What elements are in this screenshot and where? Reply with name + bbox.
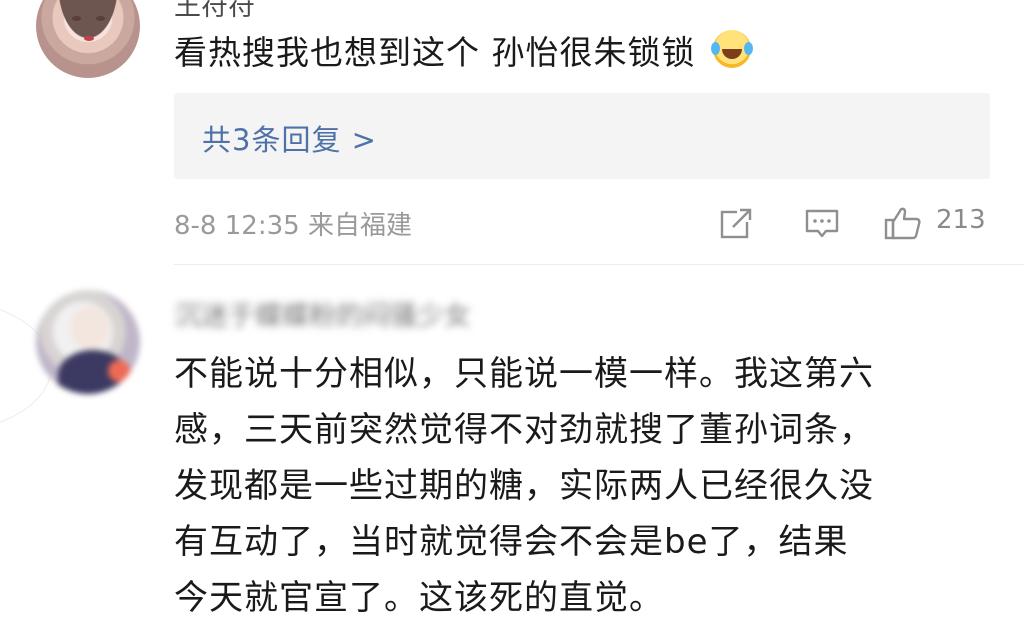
comment-text-body: 看热搜我也想到这个 孙怡很朱锁锁 (174, 33, 696, 72)
comment-date: 8-8 12:35 (174, 211, 300, 241)
avatar-eye-right (96, 16, 105, 21)
comment-username[interactable]: 王符符 (174, 0, 255, 23)
comment-divider (174, 264, 1024, 265)
comment-text-line: 不能说十分相似，只能说一模一样。我这第六 (174, 354, 874, 394)
avatar-lip (84, 36, 94, 41)
like-count: 213 (936, 205, 986, 235)
thumbs-up-icon (884, 207, 921, 240)
comment-meta-row: 8-8 12:35 来自福建 213 (174, 205, 990, 241)
avatar-face (70, 306, 110, 350)
laughing-crying-emoji-icon (711, 30, 753, 68)
comment-username[interactable]: 沉迷于蝶蝶粉的闷骚少女 (174, 294, 471, 333)
avatar[interactable] (36, 0, 140, 78)
avatar-eye-left (72, 16, 81, 21)
tear-left (711, 42, 720, 55)
comment-text-line: 发现都是一些过期的糖，实际两人已经很久没 (174, 466, 874, 506)
emoji-mouth (722, 49, 742, 59)
avatar-badge (108, 360, 130, 382)
comment-text-line: 感，三天前突然觉得不对劲就搜了董孙词条， (174, 410, 874, 450)
replies-box[interactable]: 共3条回复 > (174, 93, 990, 179)
avatar[interactable] (36, 290, 140, 394)
comment-location: 来自福建 (307, 211, 412, 241)
like-button[interactable] (884, 205, 921, 241)
comment-text: 不能说十分相似，只能说一模一样。我这第六 感，三天前突然觉得不对劲就搜了董孙词条… (174, 346, 989, 626)
share-button[interactable] (719, 205, 755, 241)
comment-text: 看热搜我也想到这个 孙怡很朱锁锁 (174, 26, 753, 74)
share-icon (720, 208, 753, 239)
view-replies-link[interactable]: 共3条回复 > (202, 117, 377, 159)
tear-right (744, 42, 753, 55)
comment-icon (805, 209, 839, 238)
comment-text-line: 有互动了，当时就觉得会不会是be了，结果 (174, 522, 849, 562)
comment-button[interactable] (804, 205, 840, 241)
comment-text-line: 今天就官宣了。这该死的直觉。 (174, 578, 664, 618)
weibo-comments-page: 王符符 看热搜我也想到这个 孙怡很朱锁锁 共3条回复 > 8-8 12:35 来… (0, 0, 1024, 629)
comment-meta: 8-8 12:35 来自福建 (174, 205, 412, 242)
